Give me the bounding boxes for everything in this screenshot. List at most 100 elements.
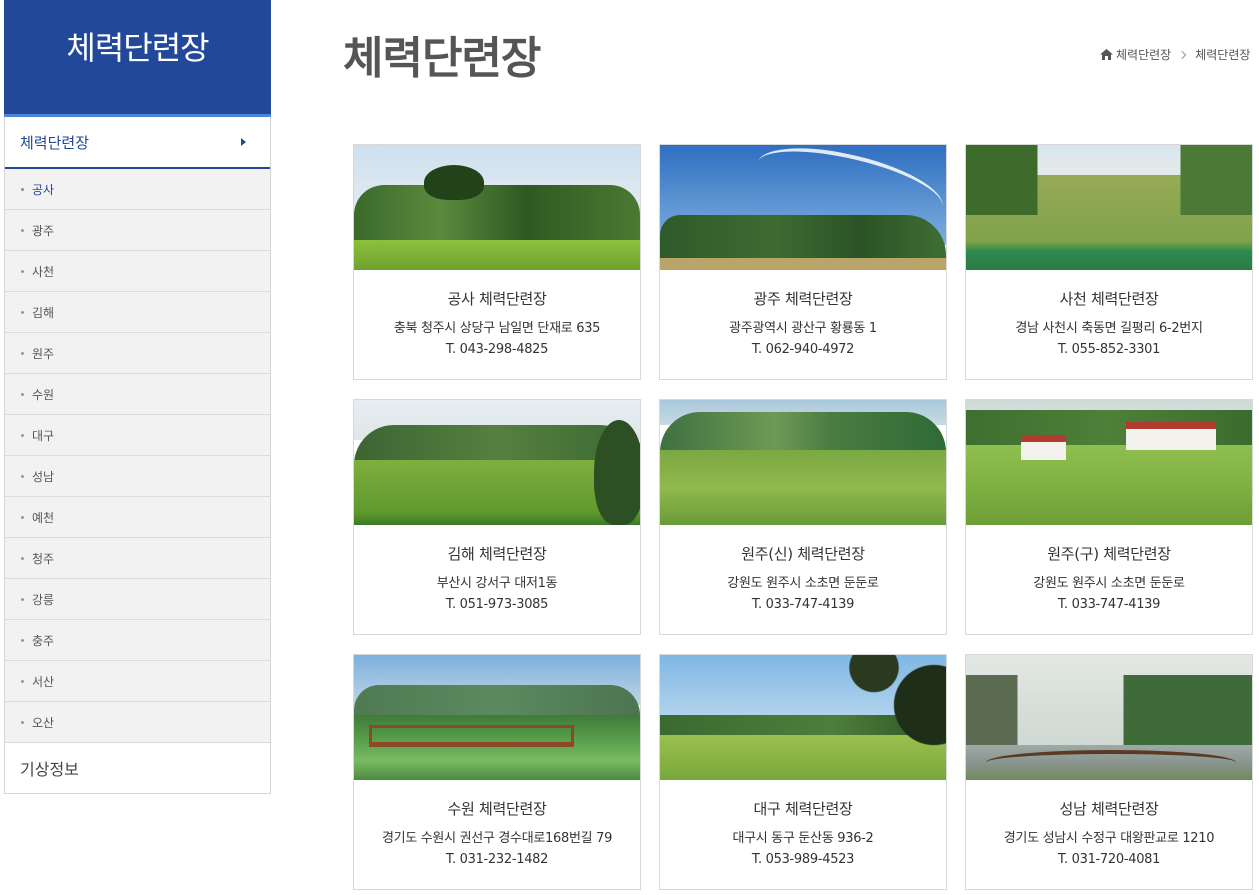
sidebar-item-yecheon[interactable]: 예천: [5, 497, 270, 538]
course-title: 광주 체력단련장: [753, 290, 853, 308]
course-address: 경남 사천시 축동면 길평리 6-2번지: [1015, 321, 1203, 336]
course-card-wonju-old[interactable]: 원주(구) 체력단련장 강원도 원주시 소초면 둔둔로 T. 033-747-4…: [965, 399, 1253, 635]
course-photo: [660, 655, 946, 780]
sidebar-item-label: 공사: [32, 182, 55, 197]
sidebar-item-label: 예천: [32, 510, 55, 525]
bullet-icon: [21, 720, 24, 724]
course-photo: [966, 655, 1252, 780]
sidebar-item-daegu[interactable]: 대구: [5, 415, 270, 456]
course-card-gimhae[interactable]: 김해 체력단련장 부산시 강서구 대저1동 T. 051-973-3085: [353, 399, 641, 635]
sidebar-item-label: 청주: [32, 551, 55, 566]
sidebar-submenu: 공사 광주 사천 김해 원주 수원 대구 성남 예천 청주 강릉 충주 서산 오…: [5, 169, 270, 743]
course-address: 광주광역시 광산구 황룡동 1: [729, 321, 877, 336]
sidebar-item-label: 서산: [32, 674, 55, 689]
bullet-icon: [21, 597, 24, 601]
course-card-wonju-new[interactable]: 원주(신) 체력단련장 강원도 원주시 소초면 둔둔로 T. 033-747-4…: [659, 399, 947, 635]
course-address: 강원도 원주시 소초면 둔둔로: [727, 576, 879, 591]
sidebar-item-label: 강릉: [32, 592, 55, 607]
course-phone: T. 055-852-3301: [1057, 342, 1161, 357]
course-card-gongsa[interactable]: 공사 체력단련장 충북 청주시 상당구 남일면 단재로 635 T. 043-2…: [353, 144, 641, 380]
sidebar-item-seosan[interactable]: 서산: [5, 661, 270, 702]
course-address: 충북 청주시 상당구 남일면 단재로 635: [393, 321, 601, 336]
course-card-sacheon[interactable]: 사천 체력단련장 경남 사천시 축동면 길평리 6-2번지 T. 055-852…: [965, 144, 1253, 380]
bullet-icon: [21, 638, 24, 642]
sidebar-item-label: 수원: [32, 387, 55, 402]
sidebar-item-sacheon[interactable]: 사천: [5, 251, 270, 292]
chevron-right-icon: [1177, 50, 1187, 59]
course-title: 사천 체력단련장: [1059, 290, 1159, 308]
course-photo: [354, 655, 640, 780]
course-card-suwon[interactable]: 수원 체력단련장 경기도 수원시 권선구 경수대로168번길 79 T. 031…: [353, 654, 641, 890]
course-address: 경기도 수원시 권선구 경수대로168번길 79: [381, 831, 613, 846]
sidebar-group: 체력단련장 공사 광주 사천 김해 원주 수원 대구 성남 예천 청주 강릉 충…: [4, 117, 271, 743]
course-card-gwangju[interactable]: 광주 체력단련장 광주광역시 광산구 황룡동 1 T. 062-940-4972: [659, 144, 947, 380]
sidebar-item-label: 김해: [32, 305, 55, 320]
sidebar-category-label: 체력단련장: [20, 133, 90, 152]
course-photo: [966, 400, 1252, 525]
bullet-icon: [21, 515, 24, 519]
sidebar-item-label: 사천: [32, 264, 55, 279]
bullet-icon: [21, 187, 24, 191]
sidebar-item-gimhae[interactable]: 김해: [5, 292, 270, 333]
sidebar-item-label: 오산: [32, 715, 55, 730]
sidebar-item-gwangju[interactable]: 광주: [5, 210, 270, 251]
bullet-icon: [21, 433, 24, 437]
sidebar-item-seongnam[interactable]: 성남: [5, 456, 270, 497]
breadcrumb-item[interactable]: 체력단련장: [1116, 46, 1171, 63]
course-title: 수원 체력단련장: [447, 800, 547, 818]
course-phone: T. 053-989-4523: [751, 852, 855, 867]
bullet-icon: [21, 269, 24, 273]
course-address: 강원도 원주시 소초면 둔둔로: [1033, 576, 1185, 591]
course-phone: T. 031-720-4081: [1057, 852, 1161, 867]
course-photo: [660, 145, 946, 270]
course-phone: T. 062-940-4972: [751, 342, 855, 357]
sidebar-item-wonju[interactable]: 원주: [5, 333, 270, 374]
course-address: 경기도 성남시 수정구 대왕판교로 1210: [1003, 831, 1215, 846]
course-title: 성남 체력단련장: [1059, 800, 1159, 818]
sidebar-item-label: 원주: [32, 346, 55, 361]
bullet-icon: [21, 474, 24, 478]
course-title: 원주(신) 체력단련장: [741, 545, 865, 563]
course-phone: T. 043-298-4825: [445, 342, 549, 357]
course-phone: T. 033-747-4139: [1057, 597, 1161, 612]
course-title: 공사 체력단련장: [447, 290, 547, 308]
sidebar-item-gangneung[interactable]: 강릉: [5, 579, 270, 620]
caret-right-icon: [241, 138, 246, 146]
sidebar-item-label: 충주: [32, 633, 55, 648]
course-title: 대구 체력단련장: [753, 800, 853, 818]
course-photo: [660, 400, 946, 525]
course-card-daegu[interactable]: 대구 체력단련장 대구시 동구 둔산동 936-2 T. 053-989-452…: [659, 654, 947, 890]
sidebar-heading: 체력단련장: [66, 29, 209, 67]
page-title: 체력단련장: [343, 33, 541, 84]
sidebar-item-osan[interactable]: 오산: [5, 702, 270, 743]
course-photo: [354, 145, 640, 270]
course-phone: T. 031-232-1482: [445, 852, 549, 867]
sidebar-item-gongsa[interactable]: 공사: [5, 169, 270, 210]
bullet-icon: [21, 392, 24, 396]
course-title: 원주(구) 체력단련장: [1047, 545, 1171, 563]
course-title: 김해 체력단련장: [447, 545, 547, 563]
sidebar-item-label: 광주: [32, 223, 55, 238]
breadcrumb: 체력단련장 체력단련장: [1100, 46, 1250, 63]
course-grid: 공사 체력단련장 충북 청주시 상당구 남일면 단재로 635 T. 043-2…: [353, 144, 1253, 890]
bullet-icon: [21, 310, 24, 314]
breadcrumb-current: 체력단련장: [1195, 48, 1251, 62]
course-address: 부산시 강서구 대저1동: [436, 576, 558, 591]
course-photo: [966, 145, 1252, 270]
bullet-icon: [21, 228, 24, 232]
home-icon[interactable]: [1100, 49, 1113, 60]
bullet-icon: [21, 679, 24, 683]
sidebar-item-cheongju[interactable]: 청주: [5, 538, 270, 579]
course-address: 대구시 동구 둔산동 936-2: [732, 831, 874, 846]
course-phone: T. 033-747-4139: [751, 597, 855, 612]
sidebar-item-label: 대구: [32, 428, 55, 443]
sidebar-item-suwon[interactable]: 수원: [5, 374, 270, 415]
sidebar-header: 체력단련장: [4, 0, 271, 117]
course-card-seongnam[interactable]: 성남 체력단련장 경기도 성남시 수정구 대왕판교로 1210 T. 031-7…: [965, 654, 1253, 890]
sidebar-category-label: 기상정보: [20, 760, 79, 779]
course-photo: [354, 400, 640, 525]
course-phone: T. 051-973-3085: [445, 597, 549, 612]
sidebar-category-fitness[interactable]: 체력단련장: [5, 117, 270, 169]
sidebar-item-chungju[interactable]: 충주: [5, 620, 270, 661]
sidebar-category-weather[interactable]: 기상정보: [4, 743, 271, 794]
